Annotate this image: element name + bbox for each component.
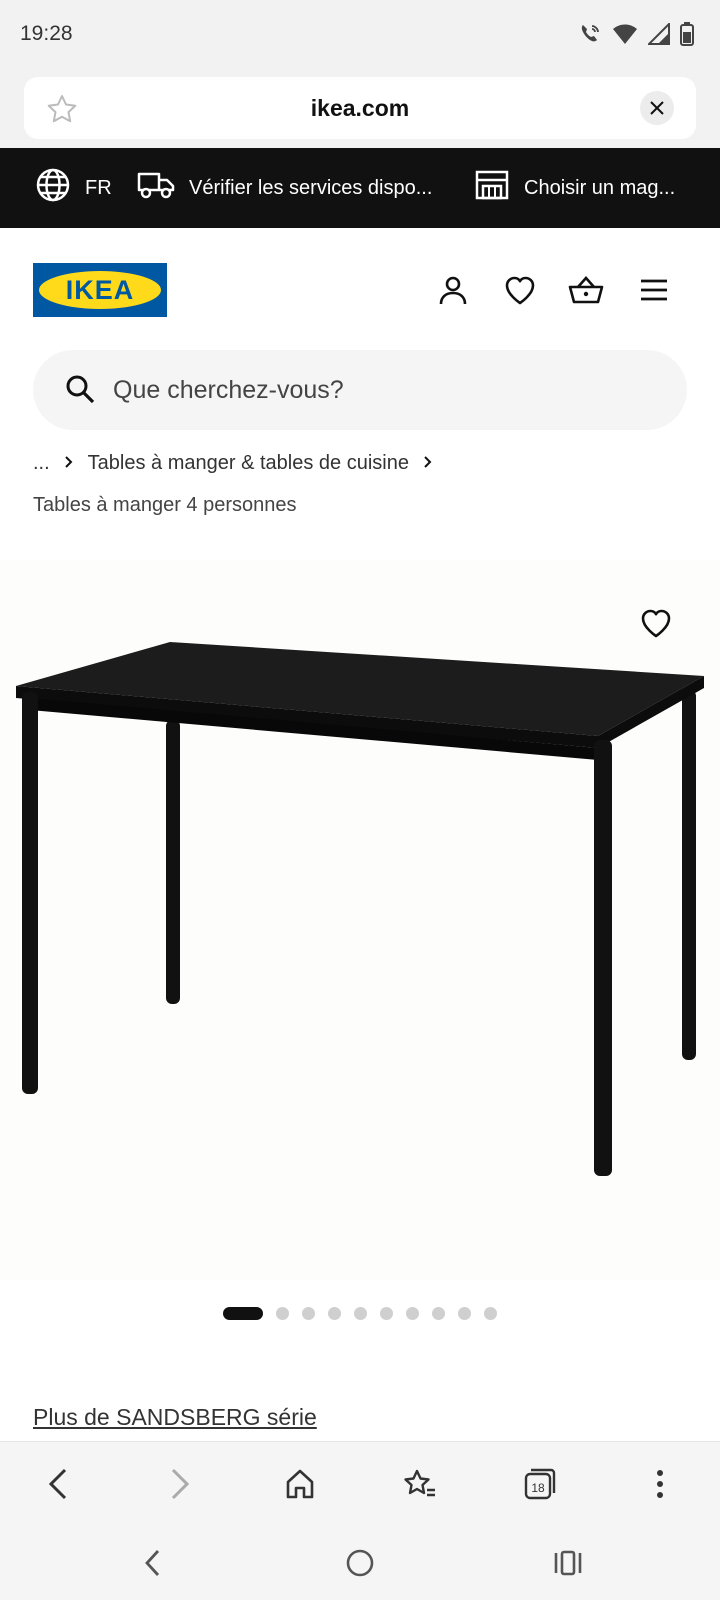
search-bar[interactable] — [33, 350, 687, 430]
browser-toolbar: ikea.com — [0, 70, 720, 218]
product-image-table — [16, 642, 704, 1176]
series-link[interactable]: Plus de SANDSBERG série — [33, 1404, 317, 1431]
wifi-icon — [612, 23, 638, 45]
system-recents-icon[interactable] — [546, 1541, 590, 1585]
logo-text: IKEA — [65, 274, 135, 305]
status-bar: 19:28 — [0, 0, 720, 70]
chevron-right-icon — [64, 452, 74, 475]
carousel-dot[interactable] — [406, 1307, 419, 1320]
url-text[interactable]: ikea.com — [24, 95, 696, 122]
heart-icon[interactable] — [502, 272, 538, 308]
close-icon[interactable] — [640, 91, 674, 125]
status-icons — [578, 22, 694, 46]
delivery-label: Vérifier les services dispo... — [189, 176, 433, 199]
info-bar: FR Vérifier les services dispo... Choisi… — [0, 148, 720, 228]
wifi-call-icon — [578, 22, 602, 46]
breadcrumb-category[interactable]: Tables à manger & tables de cuisine — [88, 452, 409, 475]
store-icon — [474, 169, 510, 207]
url-bar[interactable]: ikea.com — [24, 77, 696, 139]
breadcrumb: ... Tables à manger & tables de cuisine — [33, 452, 433, 475]
battery-icon — [680, 22, 694, 46]
carousel-dot[interactable] — [458, 1307, 471, 1320]
globe-icon — [35, 167, 71, 209]
signal-icon — [648, 23, 670, 45]
carousel-dot[interactable] — [380, 1307, 393, 1320]
system-back-icon[interactable] — [130, 1541, 174, 1585]
carousel-dot[interactable] — [328, 1307, 341, 1320]
language-selector[interactable]: FR — [35, 148, 112, 228]
back-icon[interactable] — [36, 1462, 80, 1506]
chevron-right-icon — [423, 452, 433, 475]
carousel-dot[interactable] — [432, 1307, 445, 1320]
carousel-dot[interactable] — [302, 1307, 315, 1320]
carousel-dot[interactable] — [276, 1307, 289, 1320]
search-input[interactable] — [113, 350, 653, 430]
carousel-dot[interactable] — [484, 1307, 497, 1320]
search-icon — [65, 374, 95, 409]
favorite-heart-icon[interactable] — [640, 608, 672, 643]
more-options-icon[interactable] — [638, 1462, 682, 1506]
system-nav-bar — [0, 1523, 720, 1600]
carousel-dot[interactable] — [223, 1307, 263, 1320]
store-label: Choisir un mag... — [524, 176, 676, 199]
home-icon[interactable] — [278, 1462, 322, 1506]
truck-icon — [137, 170, 175, 206]
breadcrumb-subcategory[interactable]: Tables à manger 4 personnes — [33, 494, 297, 517]
language-label: FR — [85, 176, 112, 199]
breadcrumb-ellipsis[interactable]: ... — [33, 452, 50, 475]
basket-icon[interactable] — [568, 272, 604, 308]
delivery-services-link[interactable]: Vérifier les services dispo... — [137, 148, 432, 228]
svg-text:18: 18 — [531, 1481, 545, 1495]
browser-bottom-nav: 18 — [0, 1441, 720, 1523]
carousel-indicator[interactable] — [0, 1307, 720, 1320]
forward-icon[interactable] — [158, 1462, 202, 1506]
menu-icon[interactable] — [636, 272, 672, 308]
logo-oval: IKEA — [39, 271, 161, 309]
account-icon[interactable] — [435, 272, 471, 308]
carousel-dot[interactable] — [354, 1307, 367, 1320]
product-image-carousel[interactable] — [0, 560, 720, 1280]
ikea-logo[interactable]: IKEA — [33, 263, 167, 317]
system-home-icon[interactable] — [338, 1541, 382, 1585]
tabs-icon[interactable]: 18 — [518, 1462, 562, 1506]
choose-store-link[interactable]: Choisir un mag... — [474, 148, 675, 228]
status-time: 19:28 — [20, 22, 73, 45]
bookmarks-icon[interactable] — [398, 1462, 442, 1506]
